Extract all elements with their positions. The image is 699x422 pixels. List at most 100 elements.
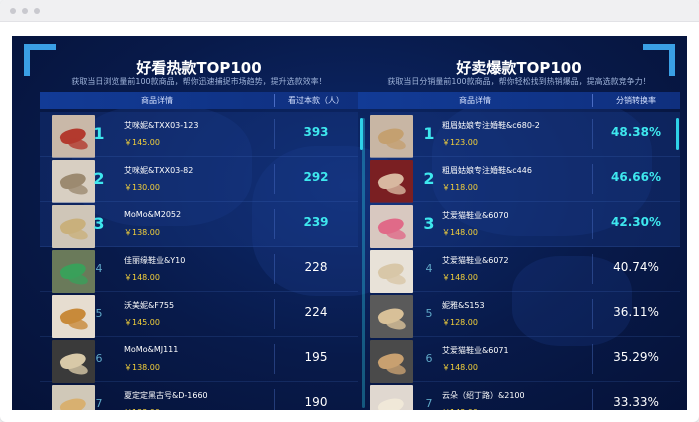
metric-value: 190 bbox=[304, 395, 328, 409]
product-price: ￥128.00 bbox=[442, 318, 478, 327]
scrollbar-track[interactable] bbox=[362, 118, 365, 408]
column-header-product: 商品详情 bbox=[141, 96, 173, 105]
table-row[interactable]: 3 MoMo&M2052 ￥138.00 239 bbox=[40, 202, 358, 248]
metric-value: 46.66% bbox=[611, 170, 661, 184]
panel-title: 好看热款TOP100 bbox=[136, 59, 262, 77]
product-thumbnail[interactable] bbox=[52, 340, 95, 383]
product-name[interactable]: 佳丽缘鞋业&Y10 bbox=[124, 255, 185, 266]
product-price: ￥148.00 bbox=[442, 363, 478, 372]
product-thumbnail[interactable] bbox=[52, 250, 95, 293]
table-row[interactable]: 3 艾爱猫鞋业&6070 ￥148.00 42.30% bbox=[370, 202, 680, 248]
rank-number: 3 bbox=[93, 214, 105, 233]
product-price: ￥148.00 bbox=[442, 273, 478, 282]
metric-value: 33.33% bbox=[613, 395, 659, 409]
product-thumbnail[interactable] bbox=[52, 205, 95, 248]
window-dot-icon[interactable] bbox=[10, 8, 16, 14]
rank-number: 7 bbox=[425, 397, 433, 410]
column-header-conversion: 分销转换率 bbox=[616, 96, 656, 105]
product-thumbnail[interactable] bbox=[52, 160, 95, 203]
product-thumbnail[interactable] bbox=[370, 295, 413, 338]
product-price: ￥148.00 bbox=[442, 228, 478, 237]
panel-subtitle: 获取当日分销量前100款商品，帮你轻松找到热销爆品，提高选款竞争力！ bbox=[387, 77, 651, 86]
shoe-image bbox=[67, 227, 89, 241]
dashboard-screen: 好看热款TOP100 获取当日浏览量前100款商品，帮你迅速捕捉市场趋势，提升选… bbox=[12, 36, 687, 410]
product-thumbnail[interactable] bbox=[52, 115, 95, 158]
column-header-views: 看过本款（人） bbox=[288, 96, 344, 105]
product-price: ￥148.00 bbox=[442, 407, 478, 410]
scrollbar-thumb[interactable] bbox=[676, 118, 679, 150]
shoe-image bbox=[67, 182, 89, 196]
shoe-image bbox=[385, 182, 407, 196]
table-row[interactable]: 7 云朵（绍丁路）&2100 ￥148.00 33.33% bbox=[370, 382, 680, 410]
shoe-image bbox=[385, 227, 407, 241]
shoe-image bbox=[67, 362, 89, 376]
hot-looks-panel: 好看热款TOP100 获取当日浏览量前100款商品，帮你迅速捕捉市场趋势，提升选… bbox=[40, 36, 363, 410]
product-price: ￥118.00 bbox=[442, 183, 478, 192]
product-name[interactable]: 夏定定黑古号&D-1660 bbox=[124, 390, 208, 401]
metric-value: 35.29% bbox=[613, 350, 659, 364]
shoe-image bbox=[67, 137, 89, 151]
window-titlebar bbox=[0, 0, 699, 22]
metric-value: 228 bbox=[304, 260, 328, 274]
product-name[interactable]: 粗眉姑娘专注婚鞋&c446 bbox=[442, 165, 532, 176]
product-thumbnail[interactable] bbox=[370, 340, 413, 383]
table-row[interactable]: 5 沃美妮&F755 ￥145.00 224 bbox=[40, 292, 358, 338]
table-row[interactable]: 1 艾咪妮&TXX03-123 ￥145.00 393 bbox=[40, 112, 358, 158]
product-thumbnail[interactable] bbox=[370, 385, 413, 410]
product-name[interactable]: 艾咪妮&TXX03-82 bbox=[124, 165, 193, 176]
product-name[interactable]: 沃美妮&F755 bbox=[124, 300, 174, 311]
table-row[interactable]: 6 MoMo&MJ111 ￥138.00 195 bbox=[40, 337, 358, 383]
shoe-image bbox=[385, 362, 407, 376]
product-thumbnail[interactable] bbox=[52, 385, 95, 410]
table-row[interactable]: 2 粗眉姑娘专注婚鞋&c446 ￥118.00 46.66% bbox=[370, 157, 680, 203]
product-price: ￥130.00 bbox=[124, 183, 160, 192]
shoe-image bbox=[67, 272, 89, 286]
product-name[interactable]: MoMo&MJ111 bbox=[124, 345, 178, 354]
table-row[interactable]: 4 佳丽缘鞋业&Y10 ￥148.00 228 bbox=[40, 247, 358, 293]
product-name[interactable]: 艾咪妮&TXX03-123 bbox=[124, 120, 198, 131]
rank-number: 2 bbox=[93, 169, 105, 188]
product-name[interactable]: 妮雅&S153 bbox=[442, 300, 485, 311]
best-sellers-panel: 好卖爆款TOP100 获取当日分销量前100款商品，帮你轻松找到热销爆品，提高选… bbox=[358, 36, 680, 410]
metric-value: 393 bbox=[303, 125, 329, 139]
product-thumbnail[interactable] bbox=[52, 295, 95, 338]
product-thumbnail[interactable] bbox=[370, 250, 413, 293]
product-thumbnail[interactable] bbox=[370, 205, 413, 248]
metric-value: 42.30% bbox=[611, 215, 661, 229]
panel-subtitle: 获取当日浏览量前100款商品，帮你迅速捕捉市场趋势，提升选款效率！ bbox=[71, 77, 327, 86]
product-price: ￥138.00 bbox=[124, 407, 160, 410]
shoe-image bbox=[385, 137, 407, 151]
rank-number: 3 bbox=[423, 214, 435, 233]
product-thumbnail[interactable] bbox=[370, 160, 413, 203]
table-row[interactable]: 4 艾爱猫鞋业&6072 ￥148.00 40.74% bbox=[370, 247, 680, 293]
product-thumbnail[interactable] bbox=[370, 115, 413, 158]
product-price: ￥123.00 bbox=[442, 138, 478, 147]
shoe-image bbox=[385, 317, 407, 331]
product-name[interactable]: 艾爱猫鞋业&6072 bbox=[442, 255, 509, 266]
table-row[interactable]: 5 妮雅&S153 ￥128.00 36.11% bbox=[370, 292, 680, 338]
product-name[interactable]: 艾爱猫鞋业&6071 bbox=[442, 345, 509, 356]
product-name[interactable]: 粗眉姑娘专注婚鞋&c680-2 bbox=[442, 120, 540, 131]
window-dot-icon[interactable] bbox=[34, 8, 40, 14]
product-name[interactable]: MoMo&M2052 bbox=[124, 210, 181, 219]
product-name[interactable]: 云朵（绍丁路）&2100 bbox=[442, 390, 525, 401]
shoe-image bbox=[385, 272, 407, 286]
metric-value: 195 bbox=[304, 350, 328, 364]
table-row[interactable]: 6 艾爱猫鞋业&6071 ￥148.00 35.29% bbox=[370, 337, 680, 383]
rank-number: 4 bbox=[95, 262, 103, 275]
rank-number: 1 bbox=[93, 124, 105, 143]
rank-number: 6 bbox=[95, 352, 103, 365]
table-row[interactable]: 1 粗眉姑娘专注婚鞋&c680-2 ￥123.00 48.38% bbox=[370, 112, 680, 158]
table-row[interactable]: 2 艾咪妮&TXX03-82 ￥130.00 292 bbox=[40, 157, 358, 203]
rank-number: 2 bbox=[423, 169, 435, 188]
panel-title: 好卖爆款TOP100 bbox=[456, 59, 582, 77]
metric-value: 239 bbox=[303, 215, 329, 229]
rank-number: 5 bbox=[95, 307, 103, 320]
product-price: ￥148.00 bbox=[124, 273, 160, 282]
window-dot-icon[interactable] bbox=[22, 8, 28, 14]
ranking-list[interactable]: 1 艾咪妮&TXX03-123 ￥145.00 393 2 艾咪妮&TXX03-82 ￥13… bbox=[40, 112, 358, 410]
product-name[interactable]: 艾爱猫鞋业&6070 bbox=[442, 210, 509, 221]
table-row[interactable]: 7 夏定定黑古号&D-1660 ￥138.00 190 bbox=[40, 382, 358, 410]
ranking-list[interactable]: 1 粗眉姑娘专注婚鞋&c680-2 ￥123.00 48.38% 2 粗眉姑娘专注婚鞋&c… bbox=[358, 112, 680, 410]
product-price: ￥138.00 bbox=[124, 363, 160, 372]
